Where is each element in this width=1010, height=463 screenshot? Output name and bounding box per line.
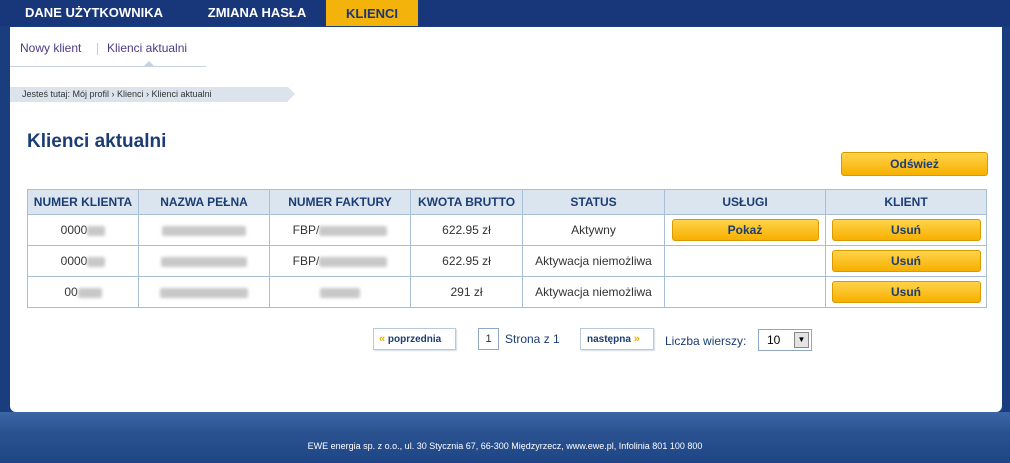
delete-client-button[interactable]: Usuń	[831, 250, 981, 272]
col-header-full-name: NAZWA PEŁNA	[138, 189, 270, 215]
cell-client-number: 00	[27, 276, 139, 308]
double-chevron-right-icon: »	[633, 333, 640, 345]
table-header-row: NUMER KLIENTA NAZWA PEŁNA NUMER FAKTURY …	[27, 189, 987, 215]
table-row: 0000 FBP/ 622.95 zł Aktywacja niemożliwa…	[27, 245, 987, 277]
cell-full-name	[138, 245, 270, 277]
previous-page-button[interactable]: « poprzednia	[373, 328, 456, 350]
subnav-active-indicator	[144, 61, 154, 66]
cell-invoice-number: FBP/	[269, 214, 411, 246]
rows-per-page-value: 10	[767, 333, 781, 347]
col-header-gross-amount: KWOTA BRUTTO	[410, 189, 523, 215]
col-header-invoice-number: NUMER FAKTURY	[269, 189, 411, 215]
cell-services	[664, 276, 826, 308]
top-navigation: DANE UŻYTKOWNIKA ZMIANA HASŁA KLIENCI	[0, 0, 1010, 26]
cell-client-number: 0000	[27, 245, 139, 277]
cell-status: Aktywacja niemożliwa	[522, 245, 665, 277]
cell-client-action: Usuń	[825, 214, 987, 246]
col-header-client-number: NUMER KLIENTA	[27, 189, 139, 215]
tab-user-data[interactable]: DANE UŻYTKOWNIKA	[0, 0, 188, 26]
subnav-current-clients[interactable]: Klienci aktualni	[107, 41, 187, 55]
cell-services	[664, 245, 826, 277]
tab-change-password[interactable]: ZMIANA HASŁA	[188, 0, 326, 26]
table-row: 0000 FBP/ 622.95 zł Aktywny Pokaż Usuń	[27, 214, 987, 246]
col-header-client: KLIENT	[825, 189, 987, 215]
footer-text: EWE energia sp. z o.o., ul. 30 Stycznia …	[307, 441, 703, 451]
cell-services: Pokaż	[664, 214, 826, 246]
subnav-new-client[interactable]: Nowy klient	[20, 41, 81, 55]
page-title: Klienci aktualni	[27, 131, 167, 152]
footer-band	[0, 412, 1010, 463]
cell-client-number: 0000	[27, 214, 139, 246]
next-page-button[interactable]: następna »	[580, 328, 654, 350]
col-header-services: USŁUGI	[664, 189, 826, 215]
next-page-label: następna	[587, 334, 631, 345]
cell-status: Aktywacja niemożliwa	[522, 276, 665, 308]
refresh-button[interactable]: Odśwież	[841, 152, 988, 176]
cell-amount: 291 zł	[410, 276, 523, 308]
delete-client-button[interactable]: Usuń	[831, 219, 981, 241]
table-row: 00 291 zł Aktywacja niemożliwa Usuń	[27, 276, 987, 308]
cell-full-name	[138, 214, 270, 246]
double-chevron-left-icon: «	[379, 333, 386, 345]
col-header-status: STATUS	[522, 189, 665, 215]
cell-client-action: Usuń	[825, 276, 987, 308]
cell-amount: 622.95 zł	[410, 214, 523, 246]
main-panel: Nowy klient Klienci aktualni Jesteś tuta…	[10, 27, 1002, 412]
cell-client-action: Usuń	[825, 245, 987, 277]
subnav-divider	[97, 43, 98, 55]
current-page-number: 1	[478, 328, 499, 350]
cell-invoice-number: FBP/	[269, 245, 411, 277]
cell-amount: 622.95 zł	[410, 245, 523, 277]
rows-per-page-select[interactable]: 10 ▼	[758, 329, 812, 351]
clients-table: NUMER KLIENTA NAZWA PEŁNA NUMER FAKTURY …	[27, 189, 987, 308]
breadcrumb-arrow	[288, 87, 295, 101]
cell-status: Aktywny	[522, 214, 665, 246]
breadcrumb: Jesteś tutaj: Mój profil › Klienci › Kli…	[10, 87, 288, 102]
page-of-label: Strona z 1	[505, 332, 560, 346]
show-services-button[interactable]: Pokaż	[671, 219, 819, 241]
dropdown-arrow-icon[interactable]: ▼	[794, 332, 809, 348]
cell-invoice-number	[269, 276, 411, 308]
previous-page-label: poprzednia	[387, 334, 442, 345]
cell-full-name	[138, 276, 270, 308]
subnav-underline	[10, 66, 206, 67]
rows-per-page-label: Liczba wierszy:	[665, 334, 747, 348]
tab-clients[interactable]: KLIENCI	[326, 0, 418, 26]
delete-client-button[interactable]: Usuń	[831, 281, 981, 303]
